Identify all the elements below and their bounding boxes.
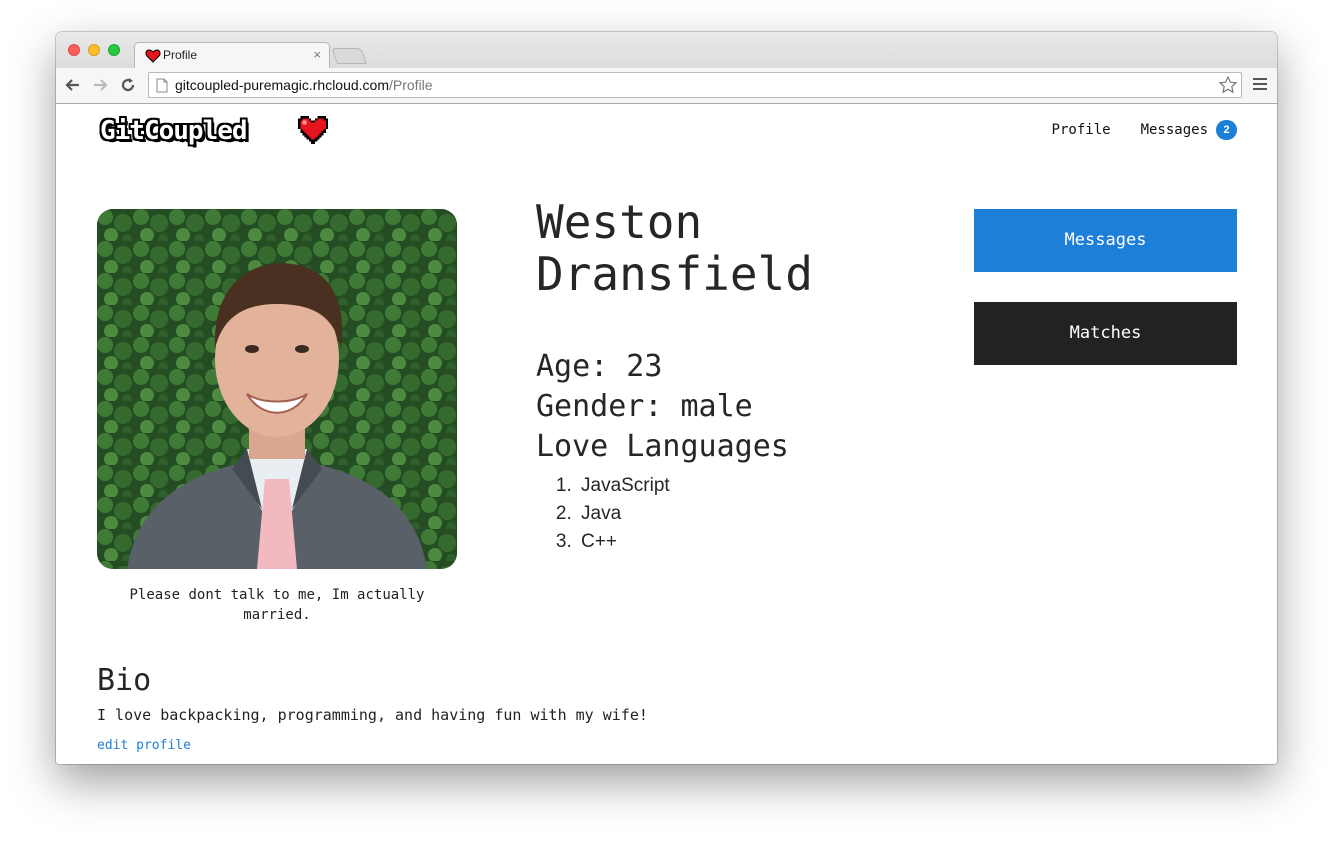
tab-strip: Profile × bbox=[56, 32, 1277, 69]
last-name: Dransfield bbox=[536, 247, 813, 301]
browser-toolbar: gitcoupled-puremagic.rhcloud.com/Profile bbox=[56, 68, 1277, 104]
url-host: gitcoupled-puremagic.rhcloud.com bbox=[175, 77, 389, 93]
heart-favicon-icon bbox=[145, 49, 161, 63]
address-bar[interactable]: gitcoupled-puremagic.rhcloud.com/Profile bbox=[148, 72, 1242, 98]
url-text: gitcoupled-puremagic.rhcloud.com/Profile bbox=[175, 77, 433, 93]
list-item: JavaScript bbox=[577, 472, 670, 500]
close-window-button[interactable] bbox=[68, 44, 80, 56]
profile-photo bbox=[97, 209, 457, 569]
profile-photo-image bbox=[97, 209, 457, 569]
love-languages-heading: Love Languages bbox=[536, 429, 789, 464]
bio-heading: Bio bbox=[97, 663, 152, 698]
nav-profile-link[interactable]: Profile bbox=[1052, 122, 1111, 138]
tab-close-icon[interactable]: × bbox=[313, 47, 321, 62]
love-languages-list: JavaScript Java C++ bbox=[552, 472, 670, 556]
first-name: Weston bbox=[536, 195, 703, 249]
messages-count-badge: 2 bbox=[1216, 120, 1237, 140]
gitcoupled-logo[interactable]: GitCoupled bbox=[100, 112, 332, 152]
url-path: /Profile bbox=[389, 77, 433, 93]
page-icon bbox=[156, 78, 168, 93]
back-arrow-icon[interactable] bbox=[64, 76, 82, 94]
reload-icon[interactable] bbox=[119, 76, 137, 94]
nav-messages-label: Messages bbox=[1140, 122, 1208, 138]
menu-icon[interactable] bbox=[1253, 78, 1267, 92]
minimize-window-button[interactable] bbox=[88, 44, 100, 56]
new-tab-button[interactable] bbox=[331, 48, 367, 64]
age-line: Age: 23 bbox=[536, 349, 663, 384]
tab-title: Profile bbox=[163, 48, 198, 62]
photo-caption: Please dont talk to me, Im actually marr… bbox=[129, 587, 425, 623]
nav-messages-link[interactable]: Messages 2 bbox=[1141, 120, 1237, 140]
logo-text: GitCoupled bbox=[100, 116, 248, 146]
gender-line: Gender: male bbox=[536, 389, 753, 424]
list-item: Java bbox=[577, 500, 670, 528]
bio-text: I love backpacking, programming, and hav… bbox=[97, 706, 648, 724]
edit-profile-link[interactable]: edit profile bbox=[97, 738, 191, 753]
star-icon[interactable] bbox=[1218, 75, 1238, 95]
profile-name: Weston Dransfield bbox=[536, 196, 936, 300]
list-item: C++ bbox=[577, 528, 670, 556]
browser-window: Profile × gitcoupled-puremagic.rhcloud.c… bbox=[56, 32, 1277, 764]
top-navigation: Profile Messages 2 bbox=[1052, 120, 1237, 140]
forward-arrow-icon[interactable] bbox=[91, 76, 109, 94]
matches-button[interactable]: Matches bbox=[974, 302, 1237, 365]
tab-profile[interactable]: Profile × bbox=[134, 42, 330, 69]
heart-icon bbox=[298, 116, 328, 144]
messages-button[interactable]: Messages bbox=[974, 209, 1237, 272]
zoom-window-button[interactable] bbox=[108, 44, 120, 56]
page-content: GitCoupled Profile Messages 2 Please don… bbox=[56, 104, 1277, 764]
